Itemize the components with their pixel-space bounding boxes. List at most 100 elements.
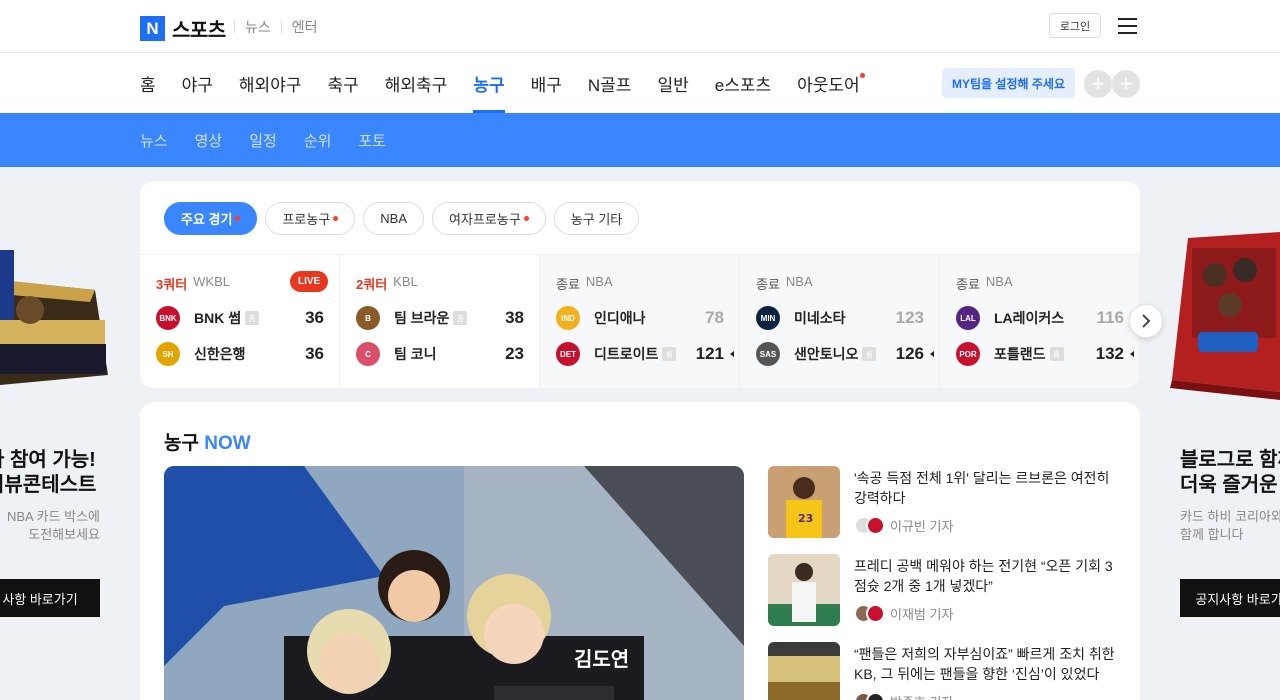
game-card[interactable]: 종료 NBA IND 인디애나 78 DET 디트로이트 홈 121 (540, 255, 740, 388)
ad-desc-line: 카드 하비 코리아와 (1180, 509, 1280, 524)
subnav-item-photo[interactable]: 포토 (358, 130, 386, 151)
home-badge: 홈 (245, 311, 260, 325)
reporter-name: 박종호 기자 (890, 692, 953, 700)
subnav-item-video[interactable]: 영상 (195, 130, 223, 151)
news-item[interactable]: 프레디 공백 메워야 하는 전기현 “오픈 기회 3점슛 2개 중 1개 넣겠다… (768, 554, 1118, 626)
new-dot (333, 216, 339, 221)
game-league: WKBL (193, 274, 230, 289)
team-score: 38 (505, 308, 524, 327)
ad-title-line: 더욱 즐거운 스 (1180, 474, 1280, 496)
ad-cta-button[interactable]: 사항 바로가기 (0, 579, 100, 617)
nav-item-soccer[interactable]: 축구 (327, 53, 358, 113)
chip-label: NBA (380, 211, 408, 226)
press-logo-icon (866, 692, 885, 700)
ad-title-line: 블로그로 함께 (1180, 449, 1280, 471)
scoreboard-next-chevron-icon[interactable] (1129, 304, 1163, 338)
team-name: 인디애나 (594, 310, 646, 326)
basketball-players-photo: 김도연 (164, 466, 744, 700)
ad-cta-button[interactable]: 공지사항 바로가기 (1180, 579, 1280, 617)
press-logo-icon (866, 604, 885, 623)
nav-item-general[interactable]: 일반 (657, 53, 688, 113)
team-name: BNK 썸 (194, 310, 242, 326)
chip-wkbl[interactable]: 여자프로농구 (432, 202, 546, 235)
team-name: 팀 코니 (394, 346, 437, 362)
add-team-icon[interactable]: + (1084, 70, 1112, 98)
game-card[interactable]: 종료 NBA LAL LA레이커스 116 POR 포틀랜드 홈 132 (940, 255, 1140, 388)
chip-label: 농구 기타 (570, 212, 623, 227)
chip-basketball-etc[interactable]: 농구 기타 (553, 202, 640, 235)
chip-kbl[interactable]: 프로농구 (265, 202, 356, 235)
divider (234, 21, 235, 33)
team-row: SAS 샌안토니오 홈 126 (756, 342, 934, 366)
nav-item-esports[interactable]: e스포츠 (715, 53, 771, 113)
game-list: 3쿼터 WKBL LIVE BNK BNK 썸 홈 36 SH 신한은행 36 2… (140, 254, 1140, 388)
nav-item-volleyball[interactable]: 배구 (531, 53, 562, 113)
team-logo-icon: B (356, 306, 380, 330)
game-league: NBA (585, 274, 613, 289)
nav-item-overseas-baseball[interactable]: 해외야구 (239, 53, 302, 113)
left-banner-ad[interactable]: 나 참여 가능! 리뷰콘테스트 NBA 카드 박스에 도전해보세요 사항 바로가… (0, 240, 110, 640)
nav-item-home[interactable]: 홈 (140, 53, 156, 113)
news-author: 이재범 기자 (854, 604, 953, 623)
chip-label: 프로농구 (282, 212, 331, 227)
section-title: 농구 NOW (164, 428, 251, 455)
team-score: 36 (305, 344, 324, 363)
chip-main-games[interactable]: 주요 경기 (164, 202, 258, 235)
nav-item-baseball[interactable]: 야구 (182, 53, 213, 113)
nav-label: 해외축구 (384, 75, 448, 95)
game-league: KBL (393, 274, 418, 289)
nav-label: 홈 (140, 75, 156, 95)
team-row: BNK BNK 썸 홈 36 (156, 306, 332, 330)
service-link-enter[interactable]: 엔터 (292, 17, 318, 37)
new-dot (235, 216, 241, 221)
team-logo-icon: SAS (756, 342, 780, 366)
reporter-name: 이재범 기자 (890, 607, 954, 622)
game-card[interactable]: 3쿼터 WKBL LIVE BNK BNK 썸 홈 36 SH 신한은행 36 (140, 255, 340, 388)
news-item[interactable]: 23 '속공 득점 전체 1위' 달리는 르브론은 여전히 강력하다 이규빈 기… (768, 466, 1118, 538)
subnav-item-schedule[interactable]: 일정 (249, 130, 277, 151)
nav-item-basketball[interactable]: 농구 (473, 53, 505, 113)
basketball-now-section: 농구 NOW 김도연 23 '속공 득점 전체 1위' 달리는 르브론은 여전히… (140, 402, 1140, 700)
team-row: IND 인디애나 78 (556, 306, 732, 330)
right-banner-ad[interactable]: 블로그로 함께 더욱 즐거운 스 카드 하비 코리아와 함께 합니다 공지사항 … (1170, 230, 1280, 640)
game-league: NBA (785, 274, 813, 289)
nav-label: e스포츠 (714, 75, 772, 95)
advent-calendar-image (1170, 232, 1280, 400)
team-name: 미네소타 (794, 310, 846, 326)
team-row: SH 신한은행 36 (156, 342, 332, 366)
winner-arrow-icon (730, 351, 734, 357)
winner-arrow-icon (1130, 351, 1134, 357)
login-button[interactable]: 로그인 (1049, 13, 1101, 38)
team-score: 116 (1096, 308, 1124, 327)
headline-photo[interactable]: 김도연 (164, 466, 744, 700)
game-card[interactable]: 2쿼터 KBL B 팀 브라운 홈 38 C 팀 코니 23 (340, 255, 540, 388)
nav-label: 해외야구 (238, 75, 302, 95)
game-card[interactable]: 종료 NBA MIN 미네소타 123 SAS 샌안토니오 홈 126 (740, 255, 940, 388)
card-box-image (0, 250, 108, 385)
nav-item-overseas-soccer[interactable]: 해외축구 (385, 53, 448, 113)
myteam-setup-button[interactable]: MY팀을 설정해 주세요 (942, 68, 1075, 98)
nav-item-ngolf[interactable]: N골프 (588, 53, 632, 113)
team-name: 디트로이트 (594, 346, 659, 362)
team-row: DET 디트로이트 홈 121 (556, 342, 734, 366)
service-link-news[interactable]: 뉴스 (245, 17, 271, 37)
new-dot (523, 216, 529, 221)
home-badge: 홈 (862, 347, 877, 361)
add-team-icon[interactable]: + (1112, 70, 1140, 98)
naver-n-icon: N (140, 16, 165, 41)
team-score: 23 (505, 344, 524, 363)
subnav-item-standings[interactable]: 순위 (304, 130, 332, 151)
team-name: 팀 브라운 (394, 310, 450, 326)
news-item[interactable]: “팬들은 저희의 자부심이죠” 빠르게 조치 취한 KB, 그 뒤에는 팬들을 … (768, 642, 1118, 700)
ad-title-line: 나 참여 가능! (0, 449, 96, 471)
news-author: 박종호 기자 (854, 692, 953, 700)
hamburger-menu-icon[interactable] (1118, 18, 1137, 34)
team-row: C 팀 코니 23 (356, 342, 532, 366)
naver-sports-logo[interactable]: N 스포츠 (140, 14, 226, 43)
chip-nba[interactable]: NBA (363, 202, 425, 235)
subnav-item-news[interactable]: 뉴스 (140, 130, 168, 151)
ad-title-line: 리뷰콘테스트 (0, 474, 97, 496)
game-status: 종료 (756, 277, 780, 292)
press-logo-icon (866, 516, 885, 535)
nav-item-outdoor[interactable]: 아웃도어 (797, 53, 865, 113)
